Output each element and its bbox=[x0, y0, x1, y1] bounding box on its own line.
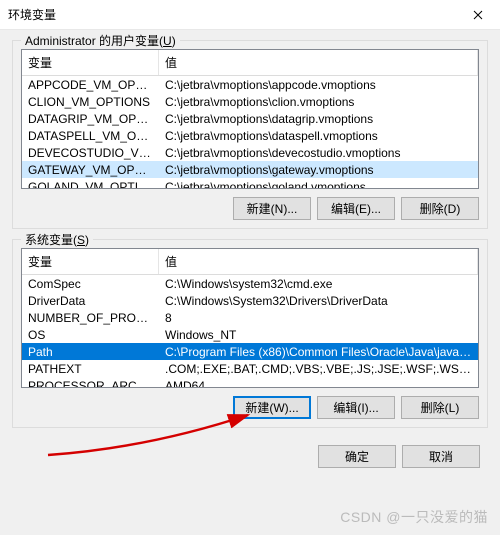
column-header-name[interactable]: 变量 bbox=[22, 249, 159, 274]
delete-user-var-button[interactable]: 删除(D) bbox=[401, 197, 479, 220]
table-row[interactable]: PathC:\Program Files (x86)\Common Files\… bbox=[22, 343, 478, 360]
cell-name: OS bbox=[22, 327, 159, 343]
cell-value: C:\jetbra\vmoptions\datagrip.vmoptions bbox=[159, 111, 478, 127]
cell-name: PROCESSOR_ARCHITEC... bbox=[22, 378, 159, 389]
watermark: CSDN @一只没爱的猫 bbox=[340, 507, 488, 527]
user-variables-label: Administrator 的用户变量(U) bbox=[21, 32, 180, 49]
window-title: 环境变量 bbox=[8, 6, 56, 23]
cell-name: GATEWAY_VM_OPTIONS bbox=[22, 162, 159, 178]
table-row[interactable]: CLION_VM_OPTIONSC:\jetbra\vmoptions\clio… bbox=[22, 93, 478, 110]
column-header-value[interactable]: 值 bbox=[159, 249, 478, 274]
user-variables-group: Administrator 的用户变量(U) 变量 值 APPCODE_VM_O… bbox=[12, 40, 488, 229]
table-row[interactable]: DriverDataC:\Windows\System32\Drivers\Dr… bbox=[22, 292, 478, 309]
sys-vars-button-row: 新建(W)... 编辑(I)... 删除(L) bbox=[21, 396, 479, 419]
cell-value: C:\jetbra\vmoptions\dataspell.vmoptions bbox=[159, 128, 478, 144]
cell-value: C:\jetbra\vmoptions\appcode.vmoptions bbox=[159, 77, 478, 93]
cell-value: C:\jetbra\vmoptions\clion.vmoptions bbox=[159, 94, 478, 110]
titlebar: 环境变量 bbox=[0, 0, 500, 30]
close-icon[interactable] bbox=[455, 0, 500, 30]
table-row[interactable]: GOLAND_VM_OPTIONSC:\jetbra\vmoptions\gol… bbox=[22, 178, 478, 189]
table-row[interactable]: DATAGRIP_VM_OPTIONSC:\jetbra\vmoptions\d… bbox=[22, 110, 478, 127]
table-row[interactable]: DEVECOSTUDIO_VM_OPTIONSC:\jetbra\vmoptio… bbox=[22, 144, 478, 161]
cell-name: DriverData bbox=[22, 293, 159, 309]
cell-name: DATASPELL_VM_OPTIONS bbox=[22, 128, 159, 144]
system-variables-list[interactable]: 变量 值 ComSpecC:\Windows\system32\cmd.exeD… bbox=[21, 248, 479, 388]
table-row[interactable]: APPCODE_VM_OPTIONSC:\jetbra\vmoptions\ap… bbox=[22, 76, 478, 93]
cell-name: DEVECOSTUDIO_VM_OPTIONS bbox=[22, 145, 159, 161]
table-row[interactable]: ComSpecC:\Windows\system32\cmd.exe bbox=[22, 275, 478, 292]
cell-name: APPCODE_VM_OPTIONS bbox=[22, 77, 159, 93]
cell-value: 8 bbox=[159, 310, 478, 326]
cell-value: C:\jetbra\vmoptions\devecostudio.vmoptio… bbox=[159, 145, 478, 161]
cell-value: C:\Windows\System32\Drivers\DriverData bbox=[159, 293, 478, 309]
cell-value: AMD64 bbox=[159, 378, 478, 389]
new-user-var-button[interactable]: 新建(N)... bbox=[233, 197, 311, 220]
cell-value: C:\jetbra\vmoptions\gateway.vmoptions bbox=[159, 162, 478, 178]
delete-sys-var-button[interactable]: 删除(L) bbox=[401, 396, 479, 419]
cell-value: .COM;.EXE;.BAT;.CMD;.VBS;.VBE;.JS;.JSE;.… bbox=[159, 361, 478, 377]
edit-user-var-button[interactable]: 编辑(E)... bbox=[317, 197, 395, 220]
edit-sys-var-button[interactable]: 编辑(I)... bbox=[317, 396, 395, 419]
cell-name: NUMBER_OF_PROCESSORS bbox=[22, 310, 159, 326]
cell-value: C:\Windows\system32\cmd.exe bbox=[159, 276, 478, 292]
column-header-value[interactable]: 值 bbox=[159, 50, 478, 75]
ok-button[interactable]: 确定 bbox=[318, 445, 396, 468]
cell-name: Path bbox=[22, 344, 159, 360]
cell-value: Windows_NT bbox=[159, 327, 478, 343]
table-row[interactable]: DATASPELL_VM_OPTIONSC:\jetbra\vmoptions\… bbox=[22, 127, 478, 144]
column-header-name[interactable]: 变量 bbox=[22, 50, 159, 75]
list-header: 变量 值 bbox=[22, 249, 478, 275]
cell-name: PATHEXT bbox=[22, 361, 159, 377]
cell-name: GOLAND_VM_OPTIONS bbox=[22, 179, 159, 190]
table-row[interactable]: PROCESSOR_ARCHITEC...AMD64 bbox=[22, 377, 478, 388]
cell-name: CLION_VM_OPTIONS bbox=[22, 94, 159, 110]
system-variables-group: 系统变量(S) 变量 值 ComSpecC:\Windows\system32\… bbox=[12, 239, 488, 428]
cell-name: ComSpec bbox=[22, 276, 159, 292]
dialog-button-row: 确定 取消 bbox=[0, 434, 500, 480]
table-row[interactable]: NUMBER_OF_PROCESSORS8 bbox=[22, 309, 478, 326]
system-variables-label: 系统变量(S) bbox=[21, 231, 93, 248]
user-variables-list[interactable]: 变量 值 APPCODE_VM_OPTIONSC:\jetbra\vmoptio… bbox=[21, 49, 479, 189]
table-row[interactable]: OSWindows_NT bbox=[22, 326, 478, 343]
table-row[interactable]: PATHEXT.COM;.EXE;.BAT;.CMD;.VBS;.VBE;.JS… bbox=[22, 360, 478, 377]
cell-value: C:\Program Files (x86)\Common Files\Orac… bbox=[159, 344, 478, 360]
cell-value: C:\jetbra\vmoptions\goland.vmoptions bbox=[159, 179, 478, 190]
new-sys-var-button[interactable]: 新建(W)... bbox=[233, 396, 311, 419]
list-header: 变量 值 bbox=[22, 50, 478, 76]
cell-name: DATAGRIP_VM_OPTIONS bbox=[22, 111, 159, 127]
cancel-button[interactable]: 取消 bbox=[402, 445, 480, 468]
user-vars-button-row: 新建(N)... 编辑(E)... 删除(D) bbox=[21, 197, 479, 220]
table-row[interactable]: GATEWAY_VM_OPTIONSC:\jetbra\vmoptions\ga… bbox=[22, 161, 478, 178]
